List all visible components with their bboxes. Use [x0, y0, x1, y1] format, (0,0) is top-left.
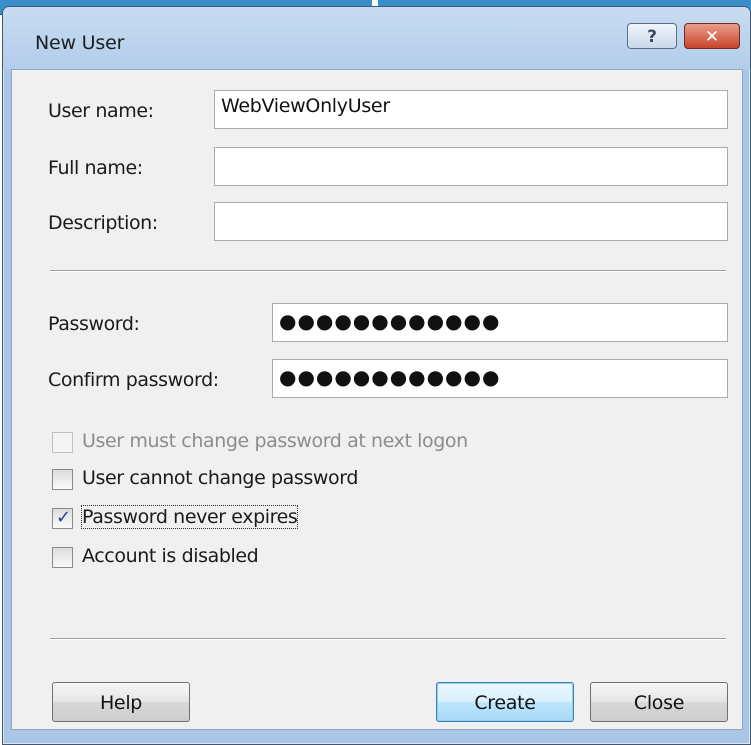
close-icon: ✕: [704, 27, 720, 47]
confirm-password-label: Confirm password:: [48, 369, 219, 391]
full-name-field[interactable]: [214, 147, 728, 186]
separator: [50, 638, 726, 640]
full-name-label: Full name:: [48, 157, 143, 179]
cannot-change-password-option[interactable]: User cannot change password: [52, 467, 382, 493]
help-icon-button[interactable]: ?: [627, 23, 677, 49]
create-button[interactable]: Create: [436, 682, 574, 722]
user-name-field[interactable]: WebViewOnlyUser: [214, 90, 728, 129]
description-label: Description:: [48, 212, 158, 234]
separator: [50, 270, 726, 272]
close-window-button[interactable]: ✕: [684, 23, 740, 49]
close-button[interactable]: Close: [590, 682, 728, 722]
password-never-expires-label[interactable]: Password never expires: [80, 505, 299, 529]
new-user-dialog: New User ? ✕ User name: WebViewOnlyUser …: [2, 6, 751, 745]
user-name-label: User name:: [48, 100, 154, 122]
password-never-expires-checkbox[interactable]: ✓: [52, 507, 73, 529]
title-bar[interactable]: New User ? ✕: [3, 7, 750, 69]
account-disabled-label[interactable]: Account is disabled: [82, 545, 259, 567]
must-change-password-checkbox: [52, 432, 73, 453]
dialog-body: User name: WebViewOnlyUser Full name: De…: [11, 69, 743, 730]
dialog-title: New User: [35, 32, 125, 54]
checkmark-icon: ✓: [56, 507, 72, 528]
account-disabled-checkbox[interactable]: [52, 547, 73, 568]
description-field[interactable]: [214, 202, 728, 241]
account-disabled-option[interactable]: Account is disabled: [52, 545, 282, 571]
must-change-password-label: User must change password at next logon: [82, 430, 468, 452]
confirm-password-field[interactable]: ●●●●●●●●●●●●: [272, 359, 728, 398]
question-mark-icon: ?: [647, 27, 657, 47]
password-field[interactable]: ●●●●●●●●●●●●: [272, 303, 728, 342]
password-label: Password:: [48, 313, 140, 335]
must-change-password-option: User must change password at next logon: [52, 430, 482, 456]
password-never-expires-option[interactable]: ✓ Password never expires: [52, 505, 322, 532]
cannot-change-password-checkbox[interactable]: [52, 469, 73, 490]
cannot-change-password-label[interactable]: User cannot change password: [82, 467, 358, 489]
help-button[interactable]: Help: [52, 682, 190, 722]
